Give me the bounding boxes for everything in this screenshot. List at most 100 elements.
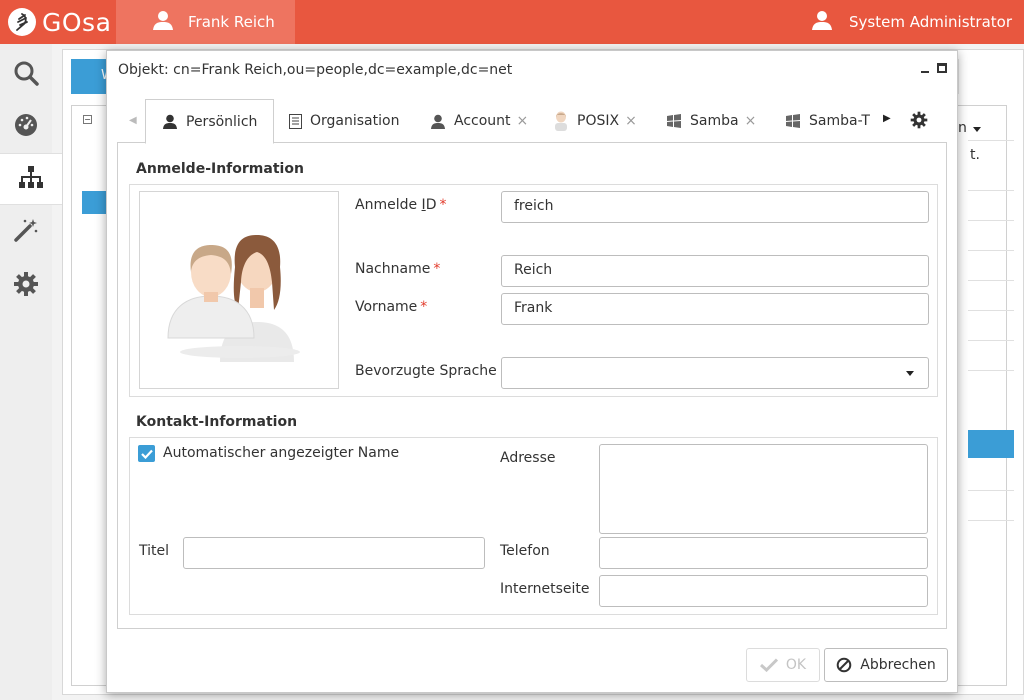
firstname-label-text: Vorname <box>355 299 418 315</box>
top-bar: GOsa Frank Reich System Administrator <box>0 0 1024 44</box>
list-divider <box>968 250 1014 251</box>
current-user-name: Frank Reich <box>188 13 275 31</box>
login-id-input[interactable]: freich <box>501 191 929 223</box>
list-divider <box>968 490 1014 491</box>
dashboard-icon <box>13 112 39 142</box>
current-user-tab[interactable]: Frank Reich <box>116 0 295 44</box>
gear-icon <box>13 271 39 301</box>
language-label: Bevorzugte Sprache <box>355 363 497 379</box>
user-icon <box>162 114 178 129</box>
user-photo[interactable] <box>139 191 339 389</box>
list-divider <box>968 370 1014 371</box>
firstname-label: Vorname * <box>355 299 427 315</box>
tab-scroll-right-icon[interactable]: ▶ <box>883 113 891 124</box>
tab-content: Anmelde-Information Anmelde ID* freich <box>117 143 947 629</box>
list-divider <box>968 280 1014 281</box>
user-icon <box>152 10 174 34</box>
list-divider <box>968 190 1014 191</box>
tab-bar: ◀ Persönlich Organisation Account × POSI… <box>117 99 947 144</box>
list-divider <box>968 140 1014 141</box>
penguin-icon <box>553 111 569 131</box>
auto-display-name-label[interactable]: Automatischer angezeigter Name <box>163 445 399 461</box>
required-marker: * <box>420 299 428 315</box>
admin-user-name: System Administrator <box>849 13 1012 31</box>
close-icon[interactable]: × <box>517 113 529 129</box>
language-select[interactable] <box>501 357 929 389</box>
tab-label: POSIX <box>577 113 620 129</box>
checkmark-icon <box>140 449 153 459</box>
gosa-logo-icon <box>8 8 36 36</box>
check-icon <box>759 658 778 672</box>
close-icon[interactable]: × <box>625 113 637 129</box>
close-icon[interactable]: × <box>745 113 757 129</box>
minimize-icon[interactable] <box>921 71 929 73</box>
tab-persoenlich[interactable]: Persönlich <box>145 99 275 144</box>
user-icon <box>430 114 446 129</box>
cancel-button-label: Abbrechen <box>860 657 936 673</box>
website-label: Internetseite <box>500 581 590 597</box>
maximize-icon[interactable] <box>937 63 947 73</box>
required-marker: * <box>433 261 441 277</box>
list-divider <box>968 310 1014 311</box>
background-toolbar-button[interactable]: W <box>71 59 114 94</box>
search-icon <box>13 60 39 90</box>
sidebar-item-wizard[interactable] <box>0 206 52 258</box>
windows-icon <box>666 114 682 128</box>
logo-text: GOsa <box>42 7 112 37</box>
auto-display-name-checkbox[interactable] <box>138 445 155 462</box>
phone-input[interactable] <box>599 537 928 569</box>
login-id-label-text-end: D <box>425 197 437 213</box>
background-dropdown-text[interactable]: n <box>958 120 967 136</box>
tab-account[interactable]: Account × <box>430 99 528 143</box>
sidebar-item-search[interactable] <box>0 49 52 101</box>
tab-label: Organisation <box>310 113 400 129</box>
phone-label: Telefon <box>500 543 550 559</box>
surname-label-text: Nachname <box>355 261 431 277</box>
windows-icon <box>785 114 801 128</box>
tab-label: Account <box>454 113 511 129</box>
ok-button-label: OK <box>785 657 807 673</box>
list-divider <box>968 340 1014 341</box>
website-input[interactable] <box>599 575 928 607</box>
admin-user-menu[interactable]: System Administrator <box>811 0 1012 44</box>
logo[interactable]: GOsa <box>0 0 116 44</box>
background-selected-row[interactable] <box>968 430 1014 458</box>
title-label: Titel <box>139 543 170 559</box>
object-dialog: Objekt: cn=Frank Reich,ou=people,dc=exam… <box>106 50 958 693</box>
tab-scroll-left-icon[interactable]: ◀ <box>129 115 137 126</box>
cancel-button[interactable]: Abbrechen <box>824 648 948 682</box>
tab-samba[interactable]: Samba × <box>666 99 756 143</box>
tab-label: Persönlich <box>186 113 258 130</box>
sitemap-icon <box>18 165 44 193</box>
ok-button[interactable]: OK <box>746 648 820 682</box>
tab-samba-terminal[interactable]: Samba-T <box>785 99 870 143</box>
login-id-label-text: Anmelde <box>355 197 422 213</box>
user-icon <box>811 10 833 34</box>
dialog-controls <box>921 63 947 73</box>
ban-icon <box>836 657 852 673</box>
surname-label: Nachname * <box>355 261 440 277</box>
title-input[interactable] <box>183 537 485 569</box>
users-avatar-icon <box>167 235 300 362</box>
sidebar-item-directory[interactable] <box>0 153 62 205</box>
tab-posix[interactable]: POSIX × <box>553 99 637 143</box>
list-divider <box>968 520 1014 521</box>
sidebar-item-dashboard[interactable] <box>0 101 52 153</box>
firstname-input[interactable]: Frank <box>501 293 929 325</box>
required-marker: * <box>439 197 447 213</box>
login-section-title: Anmelde-Information <box>136 161 304 177</box>
address-textarea[interactable] <box>599 444 928 534</box>
tree-expand-icon[interactable]: − <box>83 115 92 124</box>
list-divider <box>968 220 1014 221</box>
tab-organisation[interactable]: Organisation <box>289 99 399 143</box>
sidebar-item-settings[interactable] <box>0 260 52 312</box>
surname-input[interactable]: Reich <box>501 255 929 287</box>
contact-section-title: Kontakt-Information <box>136 414 298 430</box>
tab-label: Samba-T <box>809 113 870 129</box>
address-label: Adresse <box>500 450 556 466</box>
background-dropdown-arrow-icon[interactable] <box>973 127 981 132</box>
background-row-text: t. <box>970 147 980 163</box>
tab-label: Samba <box>690 113 739 129</box>
gear-icon[interactable] <box>910 111 928 133</box>
chevron-down-icon <box>906 371 914 376</box>
